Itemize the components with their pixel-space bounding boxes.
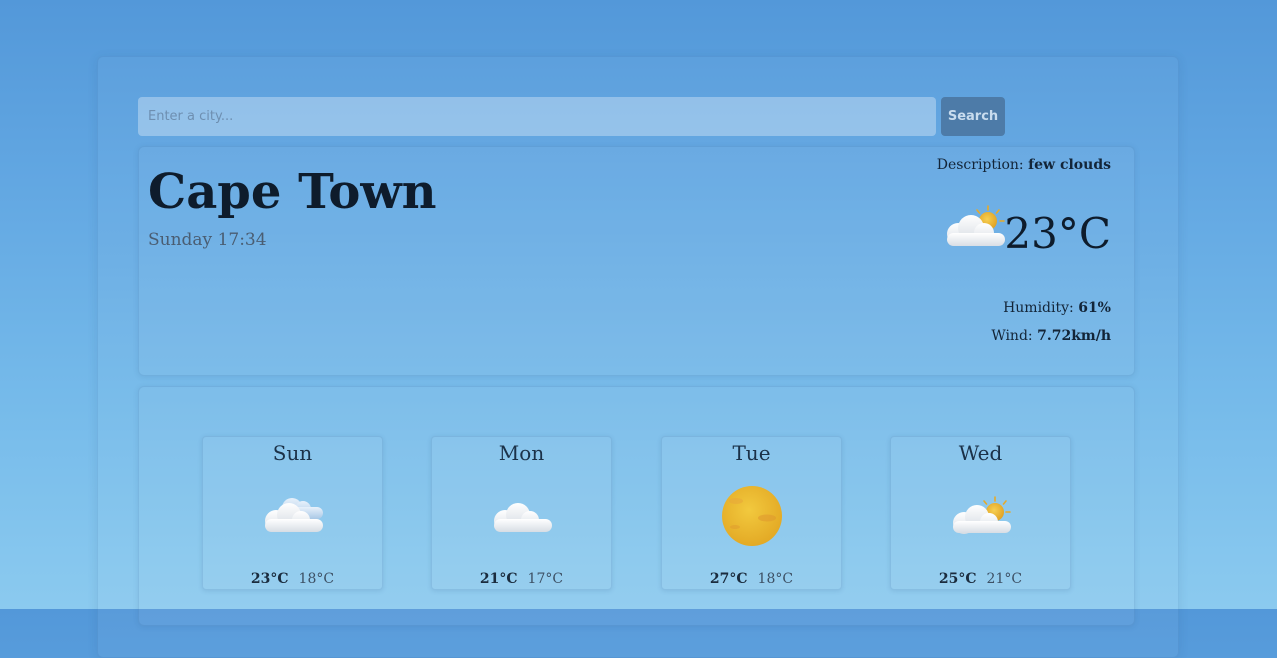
forecast-day-name: Mon: [498, 441, 545, 465]
forecast-day-card: Sun 23°C 18°C: [202, 436, 383, 590]
forecast-day-name: Sun: [272, 441, 313, 465]
forecast-day-temps: 23°C 18°C: [203, 571, 382, 587]
cloudy-icon: [265, 498, 323, 532]
city-search-input[interactable]: [138, 97, 936, 136]
forecast-low-temp: 18°C: [298, 571, 335, 587]
description-label: Description:: [936, 157, 1024, 173]
sun-icon: [722, 486, 782, 546]
forecast-day-card: Wed 25°C 21°C: [890, 436, 1071, 590]
city-name: Cape Town: [148, 164, 437, 220]
forecast-low-temp: 18°C: [757, 571, 794, 587]
current-datetime: Sunday 17:34: [148, 230, 267, 250]
forecast-low-temp: 17°C: [527, 571, 564, 587]
wind-value: 7.72km/h: [1037, 328, 1111, 344]
forecast-low-temp: 21°C: [986, 571, 1023, 587]
forecast-high-temp: 25°C: [938, 571, 977, 587]
forecast-day-name: Wed: [958, 441, 1003, 465]
humidity-value: 61%: [1078, 300, 1111, 316]
current-temperature: 23°C: [1004, 209, 1111, 258]
forecast-high-temp: 21°C: [479, 571, 518, 587]
search-button[interactable]: Search: [941, 97, 1005, 136]
wind-readout: Wind: 7.72km/h: [991, 328, 1111, 344]
forecast-day-temps: 27°C 18°C: [662, 571, 841, 587]
humidity-readout: Humidity: 61%: [1003, 300, 1111, 316]
forecast-day-card: Tue 27°C 18°C: [661, 436, 842, 590]
weather-description: Description: few clouds: [937, 157, 1111, 173]
forecast-high-temp: 23°C: [250, 571, 289, 587]
forecast-day-temps: 25°C 21°C: [891, 571, 1070, 587]
wind-label: Wind:: [991, 328, 1033, 344]
forecast-day-name: Tue: [732, 441, 771, 465]
cloud-icon: [494, 503, 552, 532]
partly-cloudy-icon: [953, 496, 1011, 534]
forecast-day-temps: 21°C 17°C: [432, 571, 611, 587]
description-value: few clouds: [1028, 157, 1111, 173]
forecast-day-card: Mon 21°C 17°C: [431, 436, 612, 590]
humidity-label: Humidity:: [1003, 300, 1074, 316]
forecast-high-temp: 27°C: [709, 571, 748, 587]
partly-cloudy-icon: [947, 205, 1005, 246]
